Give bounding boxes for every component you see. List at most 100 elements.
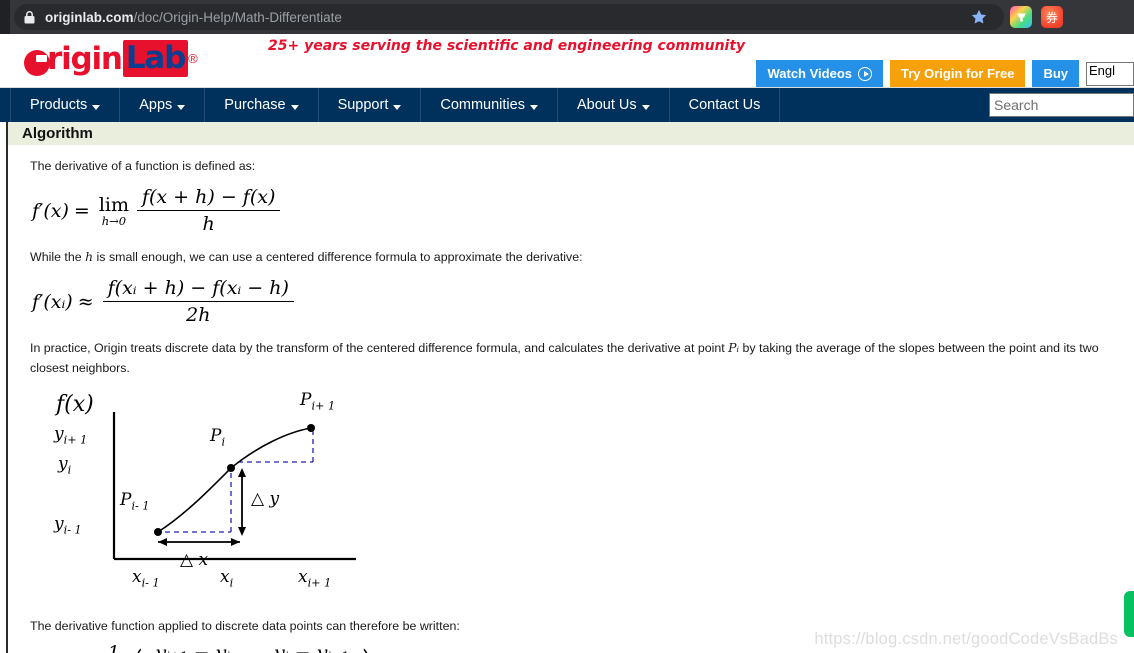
extension-toolbar: 券 xyxy=(1004,6,1072,28)
play-icon xyxy=(858,66,873,81)
point-i-minus-1 xyxy=(154,527,162,536)
address-bar[interactable]: originlab.com/doc/Origin-Help/Math-Diffe… xyxy=(14,4,1004,30)
formula1-lhs: f′(x) xyxy=(32,199,69,222)
figure-xtick-i-minus-1: xi- 1 xyxy=(132,567,160,589)
ytick-letter: y xyxy=(58,453,68,474)
formula-derivative-definition: f′(x) = lim h→0 f(x + h) − f(x) h xyxy=(8,186,1134,235)
formula1-fraction: f(x + h) − f(x) h xyxy=(136,186,281,235)
nav-item-communities[interactable]: Communities xyxy=(421,88,558,122)
para2-variable-h: h xyxy=(85,249,94,265)
header-button-group: Watch Videos Try Origin for Free Buy Eng… xyxy=(756,60,1134,87)
formula3-term1: yᵢ₊₁ − yᵢ xᵢ₊₁ − xᵢ xyxy=(150,642,235,653)
formula-centered-difference: f′(xᵢ) ≈ f(xᵢ + h) − f(xᵢ − h) 2h xyxy=(8,277,1134,326)
web-page: rigin Lab ® 25+ years serving the scientif… xyxy=(0,34,1134,653)
watch-videos-label: Watch Videos xyxy=(767,66,853,81)
watermark-text: https://blog.csdn.net/goodCodeVsBadBs xyxy=(814,630,1118,648)
nav-item-products[interactable]: Products xyxy=(10,88,121,122)
chevron-down-icon xyxy=(290,104,299,110)
para2-after: is small enough, we can use a centered d… xyxy=(96,250,583,265)
nav-item-apps[interactable]: Apps xyxy=(120,88,206,122)
para3-variable-pi: Pᵢ xyxy=(728,340,740,356)
rainbow-extension-icon[interactable] xyxy=(1010,6,1032,28)
chevron-down-icon xyxy=(393,104,402,110)
figure-xtick-i-plus-1: xi+ 1 xyxy=(298,567,331,589)
formula2-approx: ≈ xyxy=(77,290,94,313)
point-letter: P xyxy=(120,489,132,510)
half-numerator: 1 xyxy=(103,642,125,653)
language-select[interactable]: Engl xyxy=(1086,61,1134,86)
url-domain: originlab.com xyxy=(45,9,134,25)
ytick-sub: i+ 1 xyxy=(63,433,88,447)
nav-label: Communities xyxy=(440,97,525,113)
point-i xyxy=(227,463,235,472)
figure-delta-x-label: △ x xyxy=(180,549,209,570)
formula1-numerator: f(x + h) − f(x) xyxy=(136,186,281,212)
point-letter: P xyxy=(300,389,312,410)
url-text: originlab.com/doc/Origin-Help/Math-Diffe… xyxy=(45,10,342,25)
figure-label-p-i: Pi xyxy=(210,426,225,448)
nav-label: Products xyxy=(30,97,88,113)
formula3-term2: yᵢ − yᵢ₋₁ xᵢ − xᵢ₋₁ xyxy=(269,642,354,653)
chevron-down-icon xyxy=(92,104,101,110)
xtick-letter: x xyxy=(298,566,308,587)
chevron-down-icon xyxy=(177,104,186,110)
buy-button[interactable]: Buy xyxy=(1032,60,1079,87)
paragraph-in-practice: In practice, Origin treats discrete data… xyxy=(8,338,1134,377)
point-i-plus-1 xyxy=(307,423,315,432)
page-title: Algorithm xyxy=(22,125,93,142)
ytick-sub: i- 1 xyxy=(63,523,82,537)
lock-icon xyxy=(24,10,35,24)
formula3-half: 1 2 xyxy=(103,642,125,653)
article-body: Algorithm The derivative of a function i… xyxy=(6,122,1134,653)
formula1-equals: = xyxy=(73,199,90,222)
main-navigation: Products Apps Purchase Support Communiti… xyxy=(0,88,1134,122)
url-path: /doc/Origin-Help/Math-Differentiate xyxy=(133,9,342,25)
limit-subscript: h→0 xyxy=(101,213,127,228)
formula2-denominator: 2h xyxy=(186,304,211,327)
ytick-letter: y xyxy=(54,513,64,534)
point-sub: i+ 1 xyxy=(311,399,336,413)
centered-difference-diagram: f(x) yi+ 1 yi yi- 1 xi- 1 xi xi+ 1 Pi- 1 xyxy=(48,390,378,601)
nav-item-about-us[interactable]: About Us xyxy=(558,88,670,122)
formula2-numerator: f(xᵢ + h) − f(xᵢ − h) xyxy=(102,277,294,303)
xtick-sub: i- 1 xyxy=(141,576,160,590)
point-letter: P xyxy=(210,425,222,446)
try-origin-free-button[interactable]: Try Origin for Free xyxy=(890,60,1026,87)
watch-videos-button[interactable]: Watch Videos xyxy=(756,60,884,87)
search-container xyxy=(989,93,1134,117)
floating-green-tab[interactable] xyxy=(1124,591,1134,637)
chevron-down-icon xyxy=(529,104,538,110)
limit-operator: lim xyxy=(98,193,129,216)
para3-before: In practice, Origin treats discrete data… xyxy=(30,341,725,356)
nav-item-purchase[interactable]: Purchase xyxy=(205,88,319,122)
nav-label: Apps xyxy=(139,97,173,113)
ytick-sub: i xyxy=(67,463,72,477)
logo-rigin-text: rigin xyxy=(47,40,123,77)
figure-xtick-i: xi xyxy=(220,567,233,589)
nav-item-contact-us[interactable]: Contact Us xyxy=(670,88,781,122)
originlab-logo[interactable]: rigin Lab ® xyxy=(24,40,198,77)
xtick-letter: x xyxy=(132,566,142,587)
xtick-sub: i+ 1 xyxy=(307,576,332,590)
figure-delta-y-label: △ y xyxy=(251,488,280,509)
nav-label: About Us xyxy=(576,97,637,113)
formula2-fraction: f(xᵢ + h) − f(xᵢ − h) 2h xyxy=(102,277,294,327)
red-extension-icon[interactable]: 券 xyxy=(1041,6,1063,28)
browser-chrome: originlab.com/doc/Origin-Help/Math-Diffe… xyxy=(0,0,1134,34)
figure-ytick-i-minus-1: yi- 1 xyxy=(54,514,82,536)
bookmark-star-icon[interactable] xyxy=(970,8,994,26)
nav-label: Contact Us xyxy=(688,97,761,113)
point-sub: i xyxy=(221,435,226,449)
logo-registered-icon: ® xyxy=(188,51,198,66)
term2-numerator: yᵢ − yᵢ₋₁ xyxy=(269,642,354,653)
ytick-letter: y xyxy=(54,423,64,444)
algorithm-section-band: Algorithm xyxy=(8,122,1134,145)
figure-ytick-i-plus-1: yi+ 1 xyxy=(54,424,87,446)
search-input[interactable] xyxy=(989,93,1134,117)
site-header: rigin Lab ® 25+ years serving the scientif… xyxy=(0,34,1134,88)
nav-item-support[interactable]: Support xyxy=(319,88,422,122)
chevron-down-icon xyxy=(641,104,650,110)
figure-label-p-i-plus-1: Pi+ 1 xyxy=(300,390,335,412)
function-curve xyxy=(157,427,312,533)
xtick-letter: x xyxy=(220,566,230,587)
